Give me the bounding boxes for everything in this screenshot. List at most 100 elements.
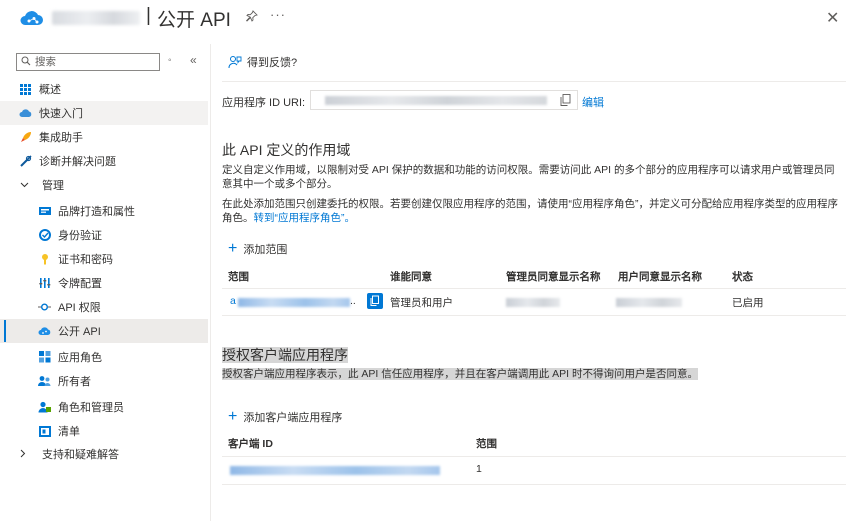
app-roles-icon — [38, 351, 51, 364]
plus-icon: + — [228, 408, 238, 425]
sidebar-item-diagnose[interactable]: 诊断并解决问题 — [0, 149, 208, 173]
client-scope-count: 1 — [476, 463, 482, 475]
manifest-icon — [38, 425, 51, 438]
sidebar-divider — [210, 44, 211, 521]
sidebar-item-authentication[interactable]: 身份验证 — [0, 223, 208, 247]
blade-header: | 公开 API ··· ✕ — [0, 0, 858, 36]
more-options-icon[interactable]: ··· — [270, 7, 286, 22]
feedback-button[interactable]: 得到反馈? — [228, 54, 297, 70]
app-id-uri-redacted — [325, 96, 547, 105]
page-title: 公开 API — [157, 10, 231, 31]
sidebar-item-label: 快速入门 — [39, 108, 83, 120]
chevron-right-icon — [20, 449, 32, 460]
sidebar-item-manifest[interactable]: 清单 — [0, 419, 208, 443]
search-icon — [21, 56, 31, 69]
sidebar-item-app-roles[interactable]: 应用角色 — [0, 345, 208, 369]
copy-icon[interactable] — [560, 94, 571, 106]
column-header-user-consent-name: 用户同意显示名称 — [618, 271, 702, 283]
column-header-status: 状态 — [732, 271, 753, 283]
column-header-scope: 范围 — [228, 271, 249, 283]
command-bar-divider — [222, 81, 846, 82]
quickstart-cloud-icon — [19, 107, 32, 120]
feedback-person-icon — [228, 56, 242, 69]
client-id-redacted[interactable] — [230, 466, 440, 475]
sidebar-item-label: 清单 — [58, 426, 80, 438]
sidebar-item-expose-api[interactable]: 公开 API — [0, 319, 208, 343]
copy-scope-icon[interactable] — [367, 293, 383, 309]
wrench-icon — [19, 155, 32, 168]
add-client-app-label: 添加客户端应用程序 — [243, 412, 343, 424]
title-separator: | — [146, 5, 151, 26]
scope-prefix[interactable]: a — [230, 295, 236, 307]
filter-icon[interactable]: ◦ — [168, 55, 172, 66]
user-consent-name-redacted — [616, 298, 682, 307]
sidebar-item-label: 公开 API — [58, 326, 101, 338]
sidebar-item-certificates[interactable]: 证书和密码 — [0, 247, 208, 271]
roles-admins-icon — [38, 401, 51, 414]
clients-section-title: 授权客户端应用程序 — [222, 345, 348, 365]
edit-uri-link[interactable]: 编辑 — [582, 94, 604, 110]
close-icon[interactable]: ✕ — [826, 8, 839, 28]
pin-icon[interactable] — [245, 10, 258, 25]
search-input[interactable] — [35, 56, 145, 68]
column-header-client-id: 客户端 ID — [228, 438, 273, 450]
key-icon — [38, 253, 51, 266]
sidebar-item-api-permissions[interactable]: API 权限 — [0, 295, 208, 319]
sidebar-group-label: 管理 — [42, 180, 64, 192]
sidebar-item-label: 身份验证 — [58, 230, 102, 242]
admin-consent-name-redacted — [506, 298, 560, 307]
sidebar-item-label: 所有者 — [58, 376, 91, 388]
sidebar-item-label: 应用角色 — [58, 352, 102, 364]
sidebar-item-label: 诊断并解决问题 — [39, 156, 116, 168]
clients-description-text: 授权客户端应用程序表示，此 API 信任应用程序，并且在客户端调用此 API 时… — [222, 368, 699, 380]
rocket-icon — [19, 131, 32, 144]
sidebar-item-overview[interactable]: 概述 — [0, 77, 208, 101]
app-id-uri-field[interactable] — [310, 90, 578, 110]
status-cell: 已启用 — [732, 297, 764, 309]
expose-api-page: | 公开 API ··· ✕ ◦ « 概述 快速入门 — [0, 0, 858, 521]
column-header-admin-consent-name: 管理员同意显示名称 — [506, 271, 601, 283]
sidebar-item-owners[interactable]: 所有者 — [0, 369, 208, 393]
scopes-section-title: 此 API 定义的作用域 — [222, 142, 351, 158]
table-header-divider — [222, 288, 846, 289]
goto-app-roles-link[interactable]: 转到“应用程序角色”。 — [254, 212, 356, 224]
who-can-consent-cell: 管理员和用户 — [390, 297, 453, 309]
clients-description: 授权客户端应用程序表示，此 API 信任应用程序，并且在客户端调用此 API 时… — [222, 367, 840, 381]
sidebar-group-label: 支持和疑难解答 — [42, 449, 119, 461]
owners-icon — [38, 375, 51, 388]
sidebar-item-label: 证书和密码 — [58, 254, 113, 266]
collapse-sidebar-icon[interactable]: « — [190, 53, 197, 67]
sidebar-item-branding[interactable]: 品牌打造和属性 — [0, 199, 208, 223]
branding-icon — [38, 205, 51, 218]
sidebar-item-quickstart[interactable]: 快速入门 — [0, 101, 208, 125]
app-registration-cloud-icon — [20, 11, 43, 25]
expose-api-cloud-icon — [38, 325, 51, 338]
sidebar-item-label: 品牌打造和属性 — [58, 206, 135, 218]
sidebar-item-label: 概述 — [39, 84, 61, 96]
api-permissions-icon — [38, 301, 51, 314]
plus-icon: + — [228, 240, 238, 257]
sidebar-search-box[interactable] — [16, 53, 160, 71]
token-icon — [38, 277, 51, 290]
chevron-down-icon — [20, 180, 32, 190]
column-header-scopes: 范围 — [476, 438, 497, 450]
sidebar-group-support[interactable]: 支持和疑难解答 — [0, 442, 208, 466]
add-client-app-button[interactable]: + 添加客户端应用程序 — [228, 409, 342, 425]
sidebar-item-roles-admins[interactable]: 角色和管理员 — [0, 395, 208, 419]
table-header-divider — [222, 456, 846, 457]
sidebar-item-label: 令牌配置 — [58, 278, 102, 290]
sidebar: ◦ « 概述 快速入门 集成助手 诊断并解决问题 — [0, 44, 210, 521]
add-scope-button[interactable]: + 添加范围 — [228, 241, 287, 257]
sidebar-item-label: 角色和管理员 — [58, 402, 124, 414]
sidebar-item-label: 集成助手 — [39, 132, 83, 144]
sidebar-item-token-config[interactable]: 令牌配置 — [0, 271, 208, 295]
sidebar-group-manage[interactable]: 管理 — [0, 173, 208, 197]
feedback-label: 得到反馈? — [247, 57, 298, 69]
sidebar-item-integration-assistant[interactable]: 集成助手 — [0, 125, 208, 149]
authentication-icon — [38, 229, 51, 242]
app-id-uri-label: 应用程序 ID URI: — [222, 97, 306, 109]
table-row-divider — [222, 315, 846, 316]
column-header-who-can-consent: 谁能同意 — [390, 271, 432, 283]
table-row-divider — [222, 484, 846, 485]
scope-value-redacted[interactable] — [238, 298, 350, 307]
